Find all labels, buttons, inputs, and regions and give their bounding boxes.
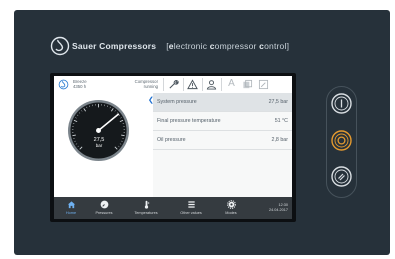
brand-header: Sauer Compressors [electronic compressor… — [50, 36, 289, 56]
wrench-icon[interactable] — [168, 79, 179, 90]
edit-icon[interactable] — [258, 79, 269, 90]
user-icon[interactable] — [206, 79, 217, 90]
gauge-panel: 27,5 bar — [54, 93, 153, 197]
brand-tagline: [electronic compressor control] — [166, 41, 290, 51]
display-area: Breeze 4350 h Compressor running A 27,5 … — [54, 76, 292, 219]
status-bar: Breeze 4350 h Compressor running A — [54, 76, 292, 94]
sauer-logo-icon — [50, 36, 70, 56]
measurement-row-system-pressure[interactable]: System pressure 27,5 bar — [153, 93, 292, 112]
measurement-label: Final pressure temperature — [157, 118, 221, 124]
measurement-value: 2,8 bar — [271, 137, 289, 143]
compressor-state: Compressor running — [134, 79, 158, 89]
nav-other-values[interactable]: Other values — [172, 197, 210, 219]
measurement-value: 27,5 bar — [268, 99, 288, 105]
list-icon — [187, 201, 195, 208]
nav-modes[interactable]: Modes — [216, 197, 246, 219]
ship-info: Breeze 4350 h — [73, 79, 87, 89]
power-on-icon — [331, 93, 352, 114]
measurement-row-oil-pressure[interactable]: Oil pressure 2,8 bar — [153, 131, 292, 150]
measurement-list: System pressure 27,5 bar Final pressure … — [153, 93, 292, 197]
clock: 12:30 24.04.2017 — [269, 203, 288, 213]
power-off-button[interactable] — [331, 130, 352, 151]
brand-name: Sauer Compressors — [72, 41, 157, 51]
divider — [163, 78, 164, 91]
layers-icon[interactable] — [242, 79, 253, 90]
thermometer-icon — [144, 200, 149, 209]
power-off-icon — [331, 130, 352, 151]
gauge-icon — [100, 200, 108, 209]
measurement-label: Oil pressure — [157, 137, 186, 143]
a-icon[interactable]: A — [226, 78, 237, 89]
nav-pressures[interactable]: Pressures — [86, 197, 122, 219]
sauer-logo-icon — [58, 79, 69, 90]
reset-icon — [331, 166, 352, 187]
home-icon — [67, 201, 75, 209]
touch-screen: Breeze 4350 h Compressor running A 27,5 … — [50, 73, 296, 222]
bottom-nav: Home Pressures Temperatures Other values… — [54, 197, 292, 219]
gauge-unit: bar — [95, 143, 103, 148]
power-on-button[interactable] — [331, 93, 352, 114]
nav-home[interactable]: Home — [56, 197, 86, 219]
measurement-label: System pressure — [157, 99, 197, 105]
reset-button[interactable] — [331, 166, 352, 187]
measurement-value: 51 °C — [274, 118, 288, 124]
nav-temperatures[interactable]: Temperatures — [126, 197, 166, 219]
clock-date: 24.04.2017 — [268, 208, 288, 212]
divider — [202, 78, 203, 91]
measurement-row-final-pressure-temperature[interactable]: Final pressure temperature 51 °C — [153, 112, 292, 131]
gear-icon — [226, 200, 236, 209]
warning-icon[interactable] — [187, 79, 198, 90]
divider — [221, 78, 222, 91]
pressure-gauge — [67, 99, 130, 162]
divider — [183, 78, 184, 91]
